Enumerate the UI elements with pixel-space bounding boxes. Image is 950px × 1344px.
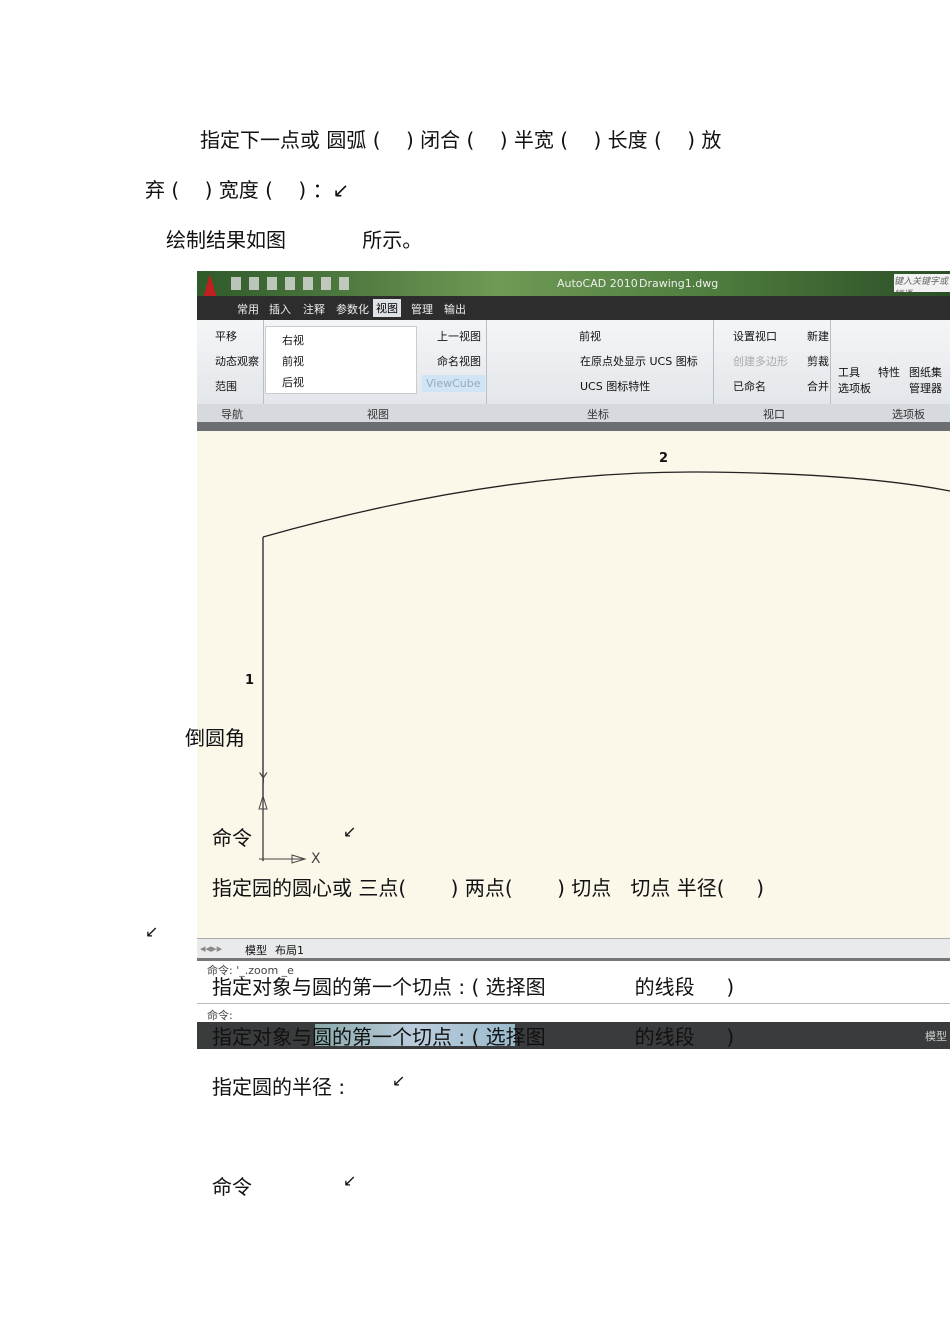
enter-arrow-3: ↙ xyxy=(392,1071,406,1090)
tangent-prompt-1: 指定对象与圆的第一个切点 : ( 选择图 的线段 ) xyxy=(212,975,735,999)
command-text-1: 命令 xyxy=(212,826,252,850)
radius-prompt: 指定圆的半径 : xyxy=(212,1075,346,1099)
doc-line-3: 绘制结果如图 所示。 xyxy=(166,228,423,252)
heading-fillet: 倒圆角 xyxy=(185,726,245,750)
command-text-2: 命令 xyxy=(212,1175,252,1199)
tab-nav-arrows[interactable]: ◂◂▸▸ xyxy=(200,942,222,955)
ucs-x-label: X xyxy=(311,851,321,867)
drawing-canvas[interactable] xyxy=(197,271,950,938)
enter-arrow-1: ↙ xyxy=(343,822,357,841)
point-label-1: 1 xyxy=(245,673,255,688)
point-label-2: 2 xyxy=(659,451,669,466)
layout-tabs: ◂◂▸▸ 模型 布局1 xyxy=(197,938,950,959)
polyline-arc xyxy=(262,471,950,538)
status-model-button[interactable]: 模型 xyxy=(925,1028,947,1044)
doc-line-2: 弃 ( ) 宽度 ( ) ：↙ xyxy=(145,178,350,202)
doc-line-1: 指定下一点或 圆弧 ( ) 闭合 ( ) 半宽 ( ) 长度 ( ) 放 xyxy=(200,128,722,152)
tab-model[interactable]: 模型 xyxy=(245,942,267,958)
tangent-prompt-2: 指定对象与圆的第一个切点 : ( 选择图 的线段 ) xyxy=(212,1025,735,1049)
circle-prompt: 指定园的圆心或 三点( ) 两点( ) 切点 切点 半径( ) xyxy=(212,876,765,900)
autocad-screenshot: AutoCAD 2010 Drawing1.dwg 键入关键字或短语 常用 插入… xyxy=(197,271,950,1049)
ucs-y-label: Y xyxy=(259,771,268,787)
enter-arrow-2: ↙ xyxy=(145,922,159,941)
tab-layout1[interactable]: 布局1 xyxy=(275,942,304,958)
enter-arrow-4: ↙ xyxy=(343,1171,357,1190)
